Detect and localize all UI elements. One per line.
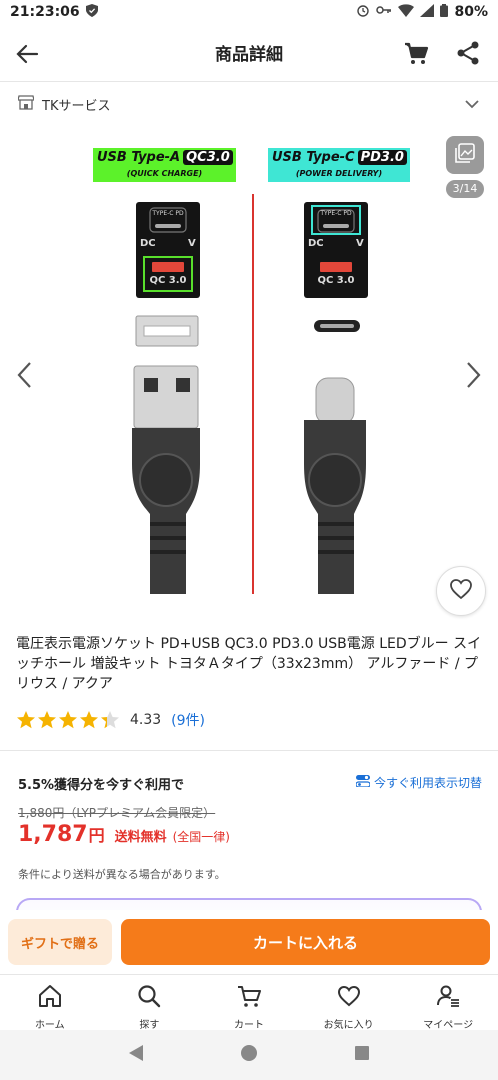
shipping-sub: (全国一律) (172, 830, 230, 844)
chevron-right-icon[interactable] (460, 360, 486, 390)
home-circle-icon[interactable] (240, 1044, 258, 1066)
divider (0, 750, 498, 751)
toggle-icon (355, 775, 371, 790)
nav-home[interactable]: ホーム (0, 975, 100, 1031)
socket-right-v: V (356, 238, 364, 249)
favorite-button[interactable] (436, 566, 486, 616)
usb-c-spec: PD3.0 (357, 150, 407, 165)
store-icon (17, 94, 35, 114)
shipping-note: 条件により送料が異なる場合があります。 (18, 868, 226, 881)
rating-score: 4.33 (130, 712, 162, 728)
chevron-down-icon[interactable] (462, 94, 482, 114)
clock: 21:23:06 (10, 4, 80, 20)
usb-c-name: USB Type-C (272, 150, 355, 165)
nav-cart-label: カート (233, 1020, 264, 1031)
back-arrow-icon[interactable] (14, 40, 42, 68)
share-icon[interactable] (454, 39, 482, 67)
app-header: 商品詳細 (0, 24, 498, 82)
user-icon (435, 983, 461, 1013)
heart-icon (449, 578, 473, 604)
action-bar: ギフトで贈る カートに入れる (0, 910, 498, 972)
nav-mypage-label: マイページ (423, 1020, 474, 1031)
signal-icon (420, 3, 435, 21)
usb-a-spec: QC3.0 (183, 150, 233, 165)
rating-stars (16, 710, 120, 730)
home-icon (37, 983, 63, 1013)
price-currency: 円 (88, 826, 105, 845)
image-counter: 3/14 (446, 180, 484, 198)
nav-cart[interactable]: カート (199, 975, 299, 1031)
key-icon (376, 4, 392, 20)
promo-toggle-link[interactable]: 今すぐ利用表示切替 (355, 774, 482, 791)
socket-right-qc: QC 3.0 (317, 275, 355, 286)
socket-left-dc: DC (140, 238, 156, 249)
original-price: 1,880円（LYPプレミアム会員限定） (18, 806, 216, 820)
promo-text: 5.5%獲得分を今すぐ利用で (18, 778, 185, 793)
nav-favorites[interactable]: お気に入り (299, 975, 399, 1031)
wifi-icon (398, 3, 415, 21)
heart-icon (336, 983, 362, 1013)
system-nav-bar (0, 1030, 498, 1080)
product-image-gallery[interactable]: USB Type-A QC3.0 (QUICK CHARGE) USB Type-… (0, 124, 498, 624)
product-image (132, 194, 368, 594)
socket-left-qc: QC 3.0 (149, 275, 187, 286)
nav-search-label: 探す (139, 1020, 160, 1031)
battery-percent: 80% (454, 4, 488, 20)
star-icon (38, 711, 56, 729)
usb-a-name: USB Type-A (97, 150, 181, 165)
usb-a-label: USB Type-A QC3.0 (QUICK CHARGE) (93, 148, 236, 182)
battery-icon (440, 3, 449, 21)
socket-right-dc: DC (308, 238, 324, 249)
image-list-button[interactable] (446, 136, 484, 174)
promo-toggle-label: 今すぐ利用表示切替 (373, 776, 482, 790)
store-name: TKサービス (42, 98, 111, 114)
socket-left-v: V (188, 238, 196, 249)
chevron-left-icon[interactable] (12, 360, 38, 390)
star-icon (17, 711, 35, 729)
images-icon (454, 142, 476, 168)
nav-search[interactable]: 探す (100, 975, 200, 1031)
star-icon (59, 711, 77, 729)
back-triangle-icon[interactable] (128, 1044, 144, 1066)
cart-icon (236, 983, 262, 1013)
price-row: 1,787 円 送料無料 (全国一律) (18, 822, 230, 847)
nav-home-label: ホーム (34, 1020, 65, 1031)
socket-left-top: TYPE-C PD (152, 210, 184, 217)
recents-square-icon[interactable] (354, 1045, 370, 1065)
socket-right-top: TYPE-C PD (320, 210, 352, 217)
usb-c-sub: (POWER DELIVERY) (295, 169, 383, 178)
bottom-nav: ホーム 探す カート お気に入り マイページ (0, 974, 498, 1031)
product-title: 電圧表示電源ソケット PD+USB QC3.0 PD3.0 USB電源 LEDブ… (16, 636, 482, 692)
nav-favorites-label: お気に入り (323, 1020, 374, 1031)
shipping-label: 送料無料 (114, 830, 167, 845)
alarm-icon (356, 3, 370, 21)
star-icon (80, 711, 98, 729)
review-count-link[interactable]: (9件) (171, 710, 205, 730)
star-icon (101, 711, 119, 729)
cart-icon[interactable] (402, 39, 430, 67)
search-icon (136, 983, 162, 1013)
gift-button[interactable]: ギフトで贈る (8, 919, 112, 965)
rating-row[interactable]: 4.33 (9件) (16, 710, 205, 730)
shield-icon (85, 3, 98, 21)
usb-a-sub: (QUICK CHARGE) (126, 169, 203, 178)
store-bar[interactable]: TKサービス (0, 84, 498, 124)
status-bar: 21:23:06 80% (0, 0, 498, 24)
usb-c-label: USB Type-C PD3.0 (POWER DELIVERY) (268, 148, 410, 182)
sale-price: 1,787 (18, 822, 88, 847)
nav-mypage[interactable]: マイページ (398, 975, 498, 1031)
add-to-cart-button[interactable]: カートに入れる (121, 919, 490, 965)
